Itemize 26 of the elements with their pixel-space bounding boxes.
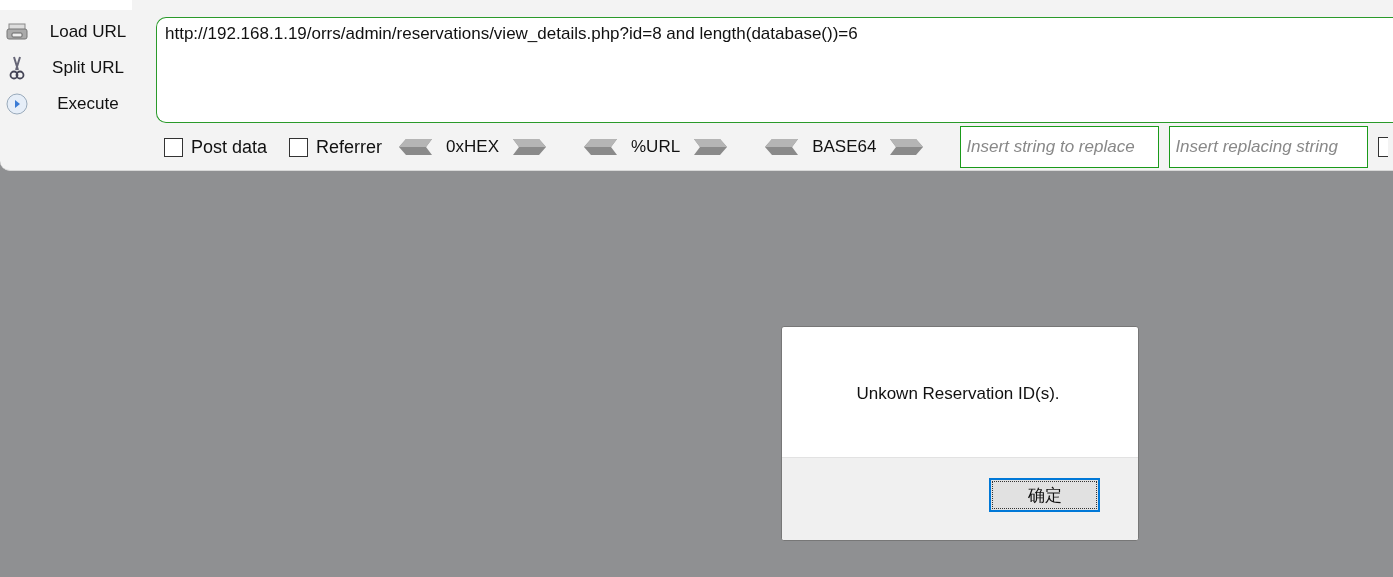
printer-icon xyxy=(6,22,28,42)
replace-field[interactable]: Insert replacing string xyxy=(1169,126,1369,168)
encoder-label: %URL xyxy=(631,137,681,157)
replace-field[interactable]: Insert string to replace xyxy=(960,126,1160,168)
control-edge xyxy=(1378,137,1389,157)
checkbox[interactable] xyxy=(164,137,183,157)
toolbar-action[interactable]: Split URL xyxy=(0,53,156,83)
left-arrow-icon[interactable] xyxy=(764,138,801,156)
left-arrow-icon[interactable] xyxy=(583,138,619,156)
checkbox-label: Referrer xyxy=(316,136,383,158)
toolbar-action[interactable]: Load URL xyxy=(0,17,156,47)
encoder-label: BASE64 xyxy=(812,137,877,157)
checkbox-label: Post data xyxy=(191,136,268,158)
ok-button[interactable]: 确定 xyxy=(989,478,1100,512)
play-icon xyxy=(6,93,28,115)
alert-message: Unkown Reservation ID(s). xyxy=(856,384,1060,404)
option-checkbox[interactable]: Post data xyxy=(164,136,268,158)
encoder-label: 0xHEX xyxy=(446,137,499,157)
right-arrow-icon[interactable] xyxy=(511,138,547,156)
url-field[interactable]: http://192.168.1.19/orrs/admin/reservations/view_details.php?id=8 and length(database())=6 xyxy=(156,17,1393,123)
option-checkbox[interactable]: Referrer xyxy=(289,136,383,158)
right-arrow-icon[interactable] xyxy=(888,138,925,156)
toolbar-action[interactable]: Execute xyxy=(0,89,156,119)
right-arrow-icon[interactable] xyxy=(692,138,729,156)
checkbox[interactable] xyxy=(289,137,309,157)
left-arrow-icon[interactable] xyxy=(398,138,435,156)
